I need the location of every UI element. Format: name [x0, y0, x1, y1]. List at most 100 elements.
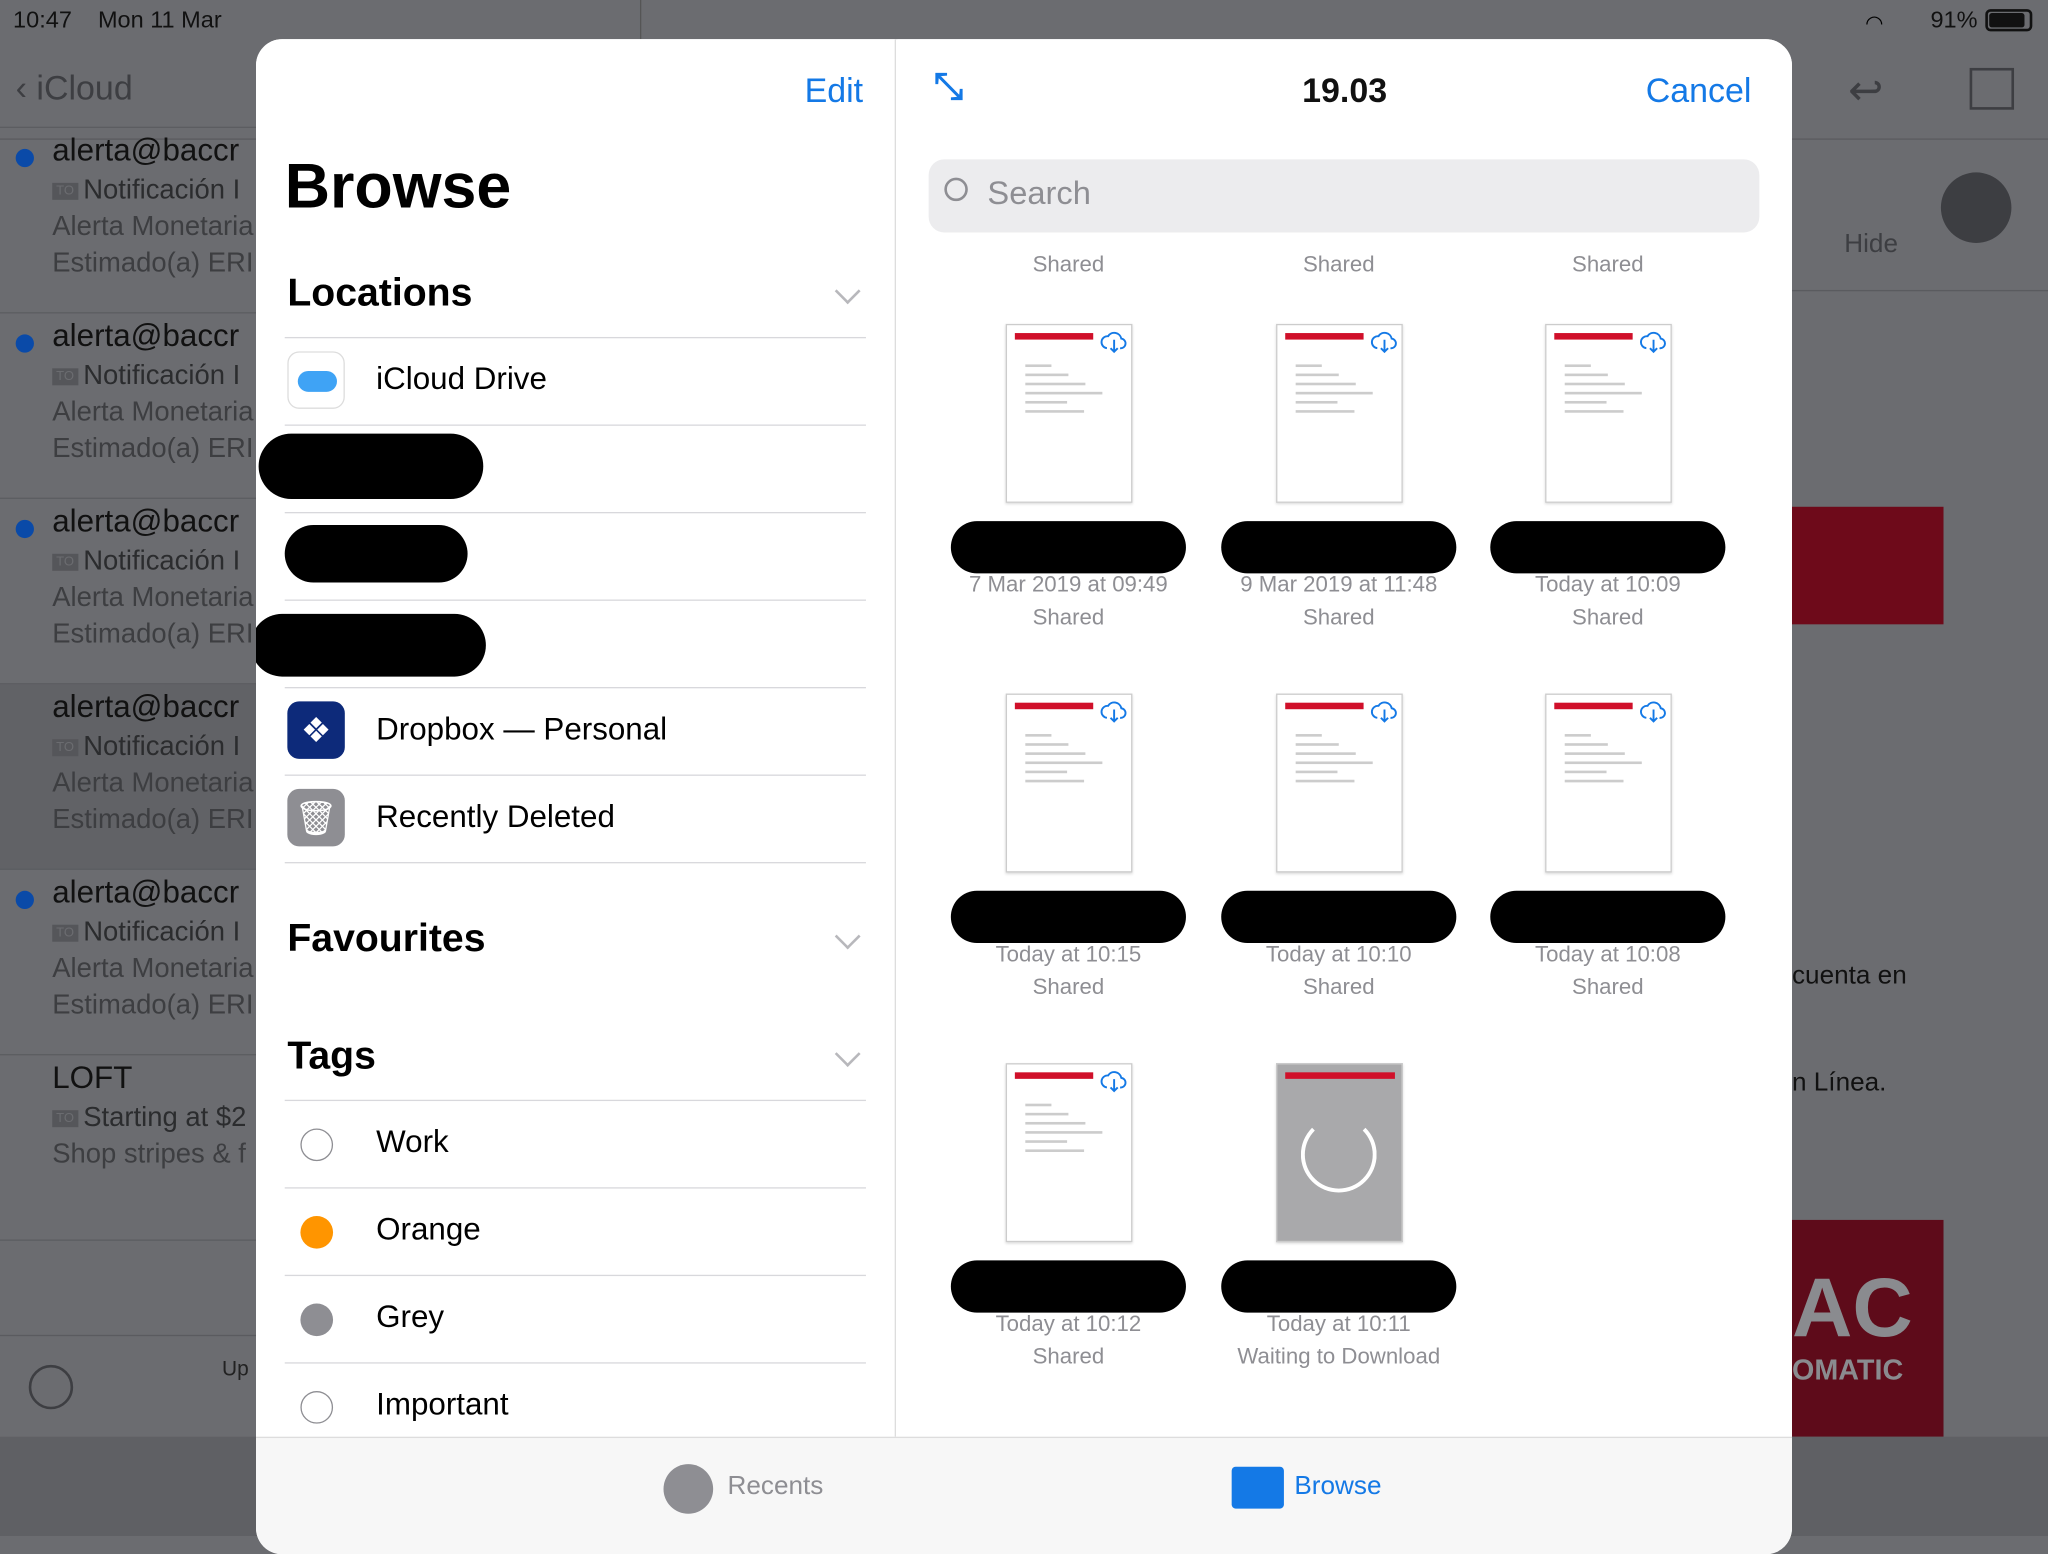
wifi-icon: ◠ [1865, 13, 1884, 36]
filter-icon[interactable] [28, 1364, 74, 1410]
chevron-down-icon[interactable] [834, 278, 861, 305]
mail-preview: Alerta Monetaria [52, 953, 254, 984]
tag-circle-icon [300, 1128, 334, 1162]
file-item[interactable]: 7 Mar 2019 at 09:49 Shared [938, 323, 1199, 634]
folder-icon [1231, 1466, 1284, 1509]
chevron-down-icon[interactable] [834, 1041, 861, 1067]
battery-percent: 91% [1930, 6, 1978, 33]
cancel-button[interactable]: Cancel [1646, 71, 1752, 111]
tab-browse[interactable]: Browse [1294, 1472, 1381, 1502]
updated-label: Up [222, 1358, 249, 1381]
file-status: Shared [1572, 252, 1644, 277]
mail-preview: Alerta Monetaria [52, 582, 254, 613]
mail-from: alerta@baccr [52, 875, 240, 911]
file-thumbnail [1005, 1063, 1132, 1243]
cloud-download-icon[interactable] [1099, 697, 1128, 726]
file-item[interactable]: 9 Mar 2019 at 11:48 Shared [1208, 323, 1469, 634]
file-thumbnail [1275, 693, 1403, 873]
file-item[interactable]: Today at 10:15 Shared [938, 693, 1199, 1004]
mail-subject: TO Starting at $2 [52, 1102, 246, 1133]
file-status: Shared [1302, 252, 1375, 277]
browse-sidebar: Edit Browse Locations iCloud Drive ❖ Dro… [255, 39, 896, 1437]
mail-list-item[interactable]: LOFT TO Starting at $2 Shop stripes & f [0, 1055, 256, 1241]
page-title: Browse [284, 152, 512, 223]
file-status: Shared [1032, 1343, 1105, 1369]
file-item[interactable]: Today at 10:10 Shared [1208, 693, 1469, 1004]
unread-dot-icon [15, 519, 34, 539]
mail-list-item[interactable]: alerta@baccr TONotificación I Alerta Mon… [0, 313, 256, 499]
mail-subject: TO Notificación I [52, 731, 240, 762]
tag-circle-icon [300, 1391, 334, 1424]
back-label: iCloud [36, 67, 133, 108]
file-thumbnail [1275, 1063, 1403, 1243]
icloud-icon [287, 351, 345, 409]
mail-list-item[interactable]: alerta@baccr TONotificación I Alerta Mon… [0, 112, 256, 128]
search-input[interactable]: Search [928, 159, 1760, 233]
file-status: Shared [1572, 974, 1644, 1000]
loading-spinner-icon [1300, 1116, 1376, 1193]
redacted-filename [1490, 521, 1726, 574]
dropbox-icon: ❖ [287, 701, 345, 759]
file-thumbnail [1275, 323, 1403, 503]
banner-image [1791, 506, 1944, 625]
mail-subject: TO Notificación I [52, 917, 240, 948]
tag-circle-icon [300, 1303, 334, 1337]
mail-subject: TO Notificación I [52, 546, 240, 577]
status-date: Mon 11 Mar [97, 6, 222, 33]
mail-list-item[interactable]: alerta@baccr TONotificación I Alerta Mon… [0, 128, 256, 314]
tag-orange[interactable]: Orange [284, 1189, 866, 1277]
cloud-download-icon[interactable] [1099, 1067, 1128, 1096]
chevron-down-icon[interactable] [834, 923, 861, 950]
cloud-download-icon[interactable] [1369, 697, 1398, 726]
file-browser: ⤡ 19.03 Cancel Search 7 Mar 2019 at 09:4… [897, 39, 1792, 1437]
mail-list-item[interactable]: alerta@baccr TONotificación I Alerta Mon… [0, 499, 256, 685]
file-status: Shared [1572, 604, 1644, 630]
mail-preview: Shop stripes & f [52, 1138, 246, 1169]
edit-button[interactable]: Edit [805, 71, 864, 111]
location-dropbox[interactable]: ❖ Dropbox — Personal [284, 688, 866, 776]
mail-list-item[interactable]: alerta@baccr TONotificación I Alerta Mon… [0, 870, 256, 1056]
mail-preview: Estimado(a) ERI [52, 804, 254, 835]
redacted-filename [1221, 890, 1457, 944]
cloud-download-icon[interactable] [1099, 328, 1128, 357]
file-status: Waiting to Download [1237, 1343, 1441, 1369]
cloud-download-icon[interactable] [1639, 697, 1668, 726]
location-icloud-drive[interactable]: iCloud Drive [284, 338, 866, 426]
tags-header[interactable]: Tags [287, 1034, 376, 1078]
mail-list-item[interactable]: alerta@baccr TONotificación I Alerta Mon… [0, 684, 256, 870]
mail-from: alerta@baccr [52, 689, 240, 725]
mail-from: alerta@baccr [52, 133, 240, 169]
file-item[interactable]: Today at 10:08 Shared [1477, 693, 1738, 1004]
redacted-filename [950, 890, 1186, 944]
tag-work[interactable]: Work [284, 1101, 866, 1189]
location-recently-deleted[interactable]: 🗑 Recently Deleted [284, 776, 866, 864]
reply-icon[interactable]: ↩ [1848, 65, 1883, 115]
mail-from: alerta@baccr [52, 318, 240, 354]
favourites-header[interactable]: Favourites [287, 917, 485, 961]
file-item[interactable]: Today at 10:11 Waiting to Download [1208, 1063, 1469, 1373]
status-time: 10:47 [13, 6, 72, 33]
body-line: n Línea. [1791, 1068, 1887, 1098]
file-item[interactable]: Today at 10:12 Shared [938, 1063, 1199, 1373]
compose-icon[interactable] [1969, 67, 2015, 110]
file-item[interactable]: Today at 10:09 Shared [1477, 323, 1738, 634]
tag-grey[interactable]: Grey [284, 1276, 866, 1364]
mail-preview: Estimado(a) ERI [52, 990, 254, 1021]
redacted-filename [1490, 890, 1726, 944]
cloud-download-icon[interactable] [1639, 328, 1668, 357]
body-line: cuenta en [1791, 961, 1907, 991]
mail-list: alerta@baccr TO Notificación I Alerta Mon… [0, 112, 256, 1327]
cloud-download-icon[interactable] [1369, 328, 1398, 357]
back-button[interactable]: ‹ iCloud [16, 68, 133, 108]
mail-preview: Estimado(a) ERI [52, 433, 254, 464]
mail-from: LOFT [52, 1060, 133, 1096]
trash-icon: 🗑 [287, 788, 345, 847]
mail-preview: Estimado(a) ERI [52, 248, 254, 279]
locations-header[interactable]: Locations [287, 272, 472, 316]
hide-button[interactable]: Hide [1844, 230, 1898, 260]
tab-recents[interactable]: Recents [728, 1472, 824, 1502]
redacted-filename [950, 1260, 1186, 1313]
tag-circle-icon [300, 1215, 334, 1249]
file-status: Shared [1032, 604, 1105, 630]
avatar [1940, 172, 2012, 243]
